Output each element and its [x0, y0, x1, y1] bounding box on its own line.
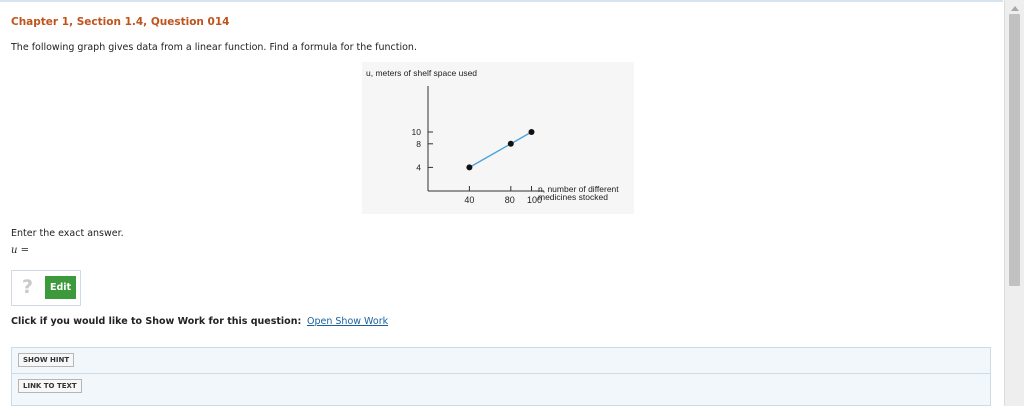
show-hint-button[interactable]: SHOW HINT: [18, 353, 75, 367]
scrollbar-thumb[interactable]: [1009, 14, 1020, 286]
answer-label: u =: [11, 245, 29, 256]
x-axis-label-line2: medicines stocked: [538, 192, 608, 202]
data-point: [528, 129, 535, 135]
data-point: [507, 140, 514, 147]
chart-marks: [466, 129, 535, 171]
linear-function-graph: u, meters of shelf space used 10 8 4 40 80 100…: [362, 62, 634, 214]
edit-button[interactable]: Edit: [45, 276, 76, 299]
question-panel: Chapter 1, Section 1.4, Question 014 The…: [0, 0, 1003, 406]
open-show-work-link[interactable]: Open Show Work: [307, 316, 388, 327]
chart-axes: [427, 86, 544, 192]
data-point: [466, 164, 473, 171]
series-line: [469, 131, 532, 169]
y-axis-label: u, meters of shelf space used: [366, 68, 477, 78]
hint-divider: [12, 373, 990, 374]
question-mark-icon: ?: [22, 276, 34, 298]
y-tick-label: 8: [416, 139, 421, 149]
chart-svg: u, meters of shelf space used108440 80 100…: [366, 68, 619, 205]
x-tick-label: 40: [464, 195, 474, 205]
show-work-prompt: Click if you would like to Show Work for…: [11, 316, 302, 327]
question-title: Chapter 1, Section 1.4, Question 014: [11, 16, 230, 28]
x-tick-label: 80: [505, 195, 515, 205]
link-to-text-button[interactable]: LINK TO TEXT: [18, 379, 82, 393]
chart-labels: u, meters of shelf space used108440 80 100…: [366, 68, 619, 205]
scroll-up-arrow-icon[interactable]: [1011, 6, 1019, 11]
y-tick-label: 10: [412, 127, 422, 137]
answer-box[interactable]: ? Edit: [11, 270, 81, 306]
hint-panel: SHOW HINT LINK TO TEXT: [11, 347, 991, 406]
vertical-scrollbar[interactable]: [1004, 0, 1024, 406]
y-tick-label: 4: [416, 162, 421, 172]
enter-instruction: Enter the exact answer.: [11, 228, 124, 239]
question-prompt: The following graph gives data from a li…: [11, 42, 417, 53]
